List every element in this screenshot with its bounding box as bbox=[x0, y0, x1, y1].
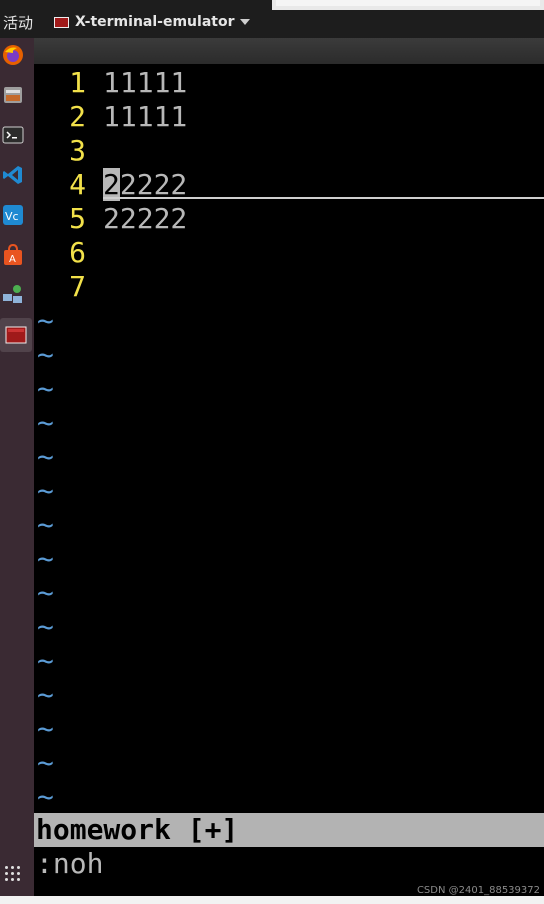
activities-button[interactable]: 活动 bbox=[3, 12, 33, 33]
show-applications-icon[interactable] bbox=[5, 866, 21, 882]
svg-text:A: A bbox=[9, 254, 16, 265]
tilde-marker: ~ bbox=[37, 474, 54, 507]
line-number: 5 bbox=[69, 202, 86, 235]
terminal-title-strip bbox=[34, 38, 544, 64]
vim-command-line[interactable]: :noh bbox=[34, 847, 544, 889]
svg-text:Vc: Vc bbox=[5, 210, 19, 223]
app-menu-label: X-terminal-emulator bbox=[75, 14, 235, 30]
tilde-marker: ~ bbox=[37, 406, 54, 439]
software-center-icon[interactable]: A bbox=[2, 244, 24, 266]
watermark: CSDN @2401_88539372 bbox=[416, 885, 540, 896]
tilde-marker: ~ bbox=[37, 542, 54, 575]
line-number: 2 bbox=[69, 100, 86, 133]
vnc-icon[interactable]: Vc bbox=[2, 204, 24, 226]
x-terminal-app-icon bbox=[54, 16, 69, 28]
tilde-marker: ~ bbox=[37, 644, 54, 677]
editor-line: 2 11111 bbox=[34, 100, 544, 134]
tilde-marker: ~ bbox=[37, 780, 54, 813]
tilde-marker: ~ bbox=[37, 508, 54, 541]
line-text: 11111 bbox=[103, 100, 188, 133]
tilde-marker: ~ bbox=[37, 440, 54, 473]
x-terminal-dock-item[interactable] bbox=[0, 318, 32, 352]
cursorline-underline bbox=[103, 197, 544, 199]
terminal-icon[interactable] bbox=[2, 124, 24, 146]
editor-line: 5 22222 bbox=[34, 202, 544, 236]
tilde-marker: ~ bbox=[37, 304, 54, 337]
line-number: 3 bbox=[69, 134, 86, 167]
tilde-marker: ~ bbox=[37, 746, 54, 779]
editor-line: 3 bbox=[34, 134, 544, 168]
top-bar: 活动 X-terminal-emulator bbox=[0, 0, 544, 38]
chevron-down-icon bbox=[240, 19, 251, 25]
window-edge bbox=[272, 0, 544, 10]
line-text: 22222 bbox=[103, 202, 188, 235]
vscode-icon[interactable] bbox=[2, 164, 24, 186]
tilde-marker: ~ bbox=[37, 712, 54, 745]
line-number: 1 bbox=[69, 66, 86, 99]
line-number: 4 bbox=[69, 168, 86, 201]
firefox-icon[interactable] bbox=[2, 44, 24, 66]
editor-line: 1 11111 bbox=[34, 66, 544, 100]
line-number: 6 bbox=[69, 236, 86, 269]
network-icon[interactable] bbox=[2, 284, 24, 306]
tilde-marker: ~ bbox=[37, 372, 54, 405]
dock: Vc A bbox=[0, 38, 34, 904]
line-number: 7 bbox=[69, 270, 86, 303]
line-text: 11111 bbox=[103, 66, 188, 99]
tilde-marker: ~ bbox=[37, 338, 54, 371]
tilde-marker: ~ bbox=[37, 610, 54, 643]
vim-statusline: homework [+] bbox=[34, 813, 544, 847]
editor-line: 6 bbox=[34, 236, 544, 270]
bottom-strip bbox=[0, 896, 544, 904]
tilde-marker: ~ bbox=[37, 576, 54, 609]
app-menu[interactable]: X-terminal-emulator bbox=[54, 11, 251, 33]
tilde-marker: ~ bbox=[37, 678, 54, 711]
files-icon[interactable] bbox=[2, 84, 24, 106]
vim-editor[interactable]: 1 11111 2 11111 3 4 22222 5 22222 6 7 ~ ~… bbox=[34, 64, 544, 813]
editor-line: 7 bbox=[34, 270, 544, 304]
x-terminal-icon bbox=[5, 326, 27, 344]
